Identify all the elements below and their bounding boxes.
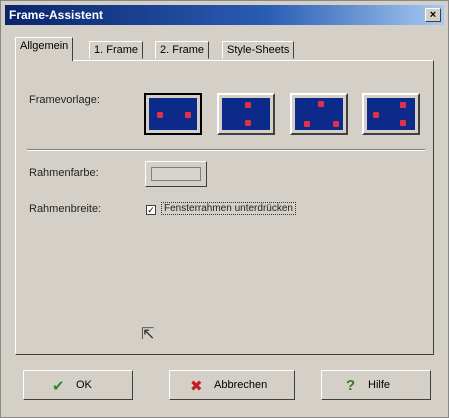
tab-allgemein[interactable]: Allgemein [15, 37, 74, 61]
frame-template-two-columns[interactable] [144, 93, 202, 135]
frame-assistant-dialog: Frame-Assistent × Allgemein 1. Frame 2. … [0, 0, 449, 418]
ok-button-label: OK [76, 379, 92, 391]
help-icon: ? [346, 377, 356, 394]
ok-button[interactable]: ✔ OK [23, 370, 133, 400]
close-icon[interactable]: × [425, 8, 441, 22]
tab-frame-2[interactable]: 2. Frame [155, 41, 210, 59]
cancel-button-label: Abbrechen [214, 379, 268, 391]
help-button-label: Hilfe [368, 379, 391, 391]
mouse-cursor-icon: ⇱ [141, 326, 155, 343]
frame-template-two-rows[interactable] [217, 93, 275, 135]
cross-icon: ✖ [190, 378, 203, 395]
help-button[interactable]: ? Hilfe [321, 370, 431, 400]
tab-frame-1[interactable]: 1. Frame [89, 41, 144, 59]
check-icon: ✔ [52, 378, 65, 395]
frame-width-label: Rahmenbreite: [29, 203, 102, 215]
title-bar[interactable]: Frame-Assistent × [5, 5, 444, 25]
suppress-frame-checkbox-label[interactable]: Fensterrahmen unterdrücken [161, 202, 296, 215]
frame-template-top-row-two-bottom[interactable] [290, 93, 348, 135]
suppress-frame-checkbox[interactable]: ✓ [146, 205, 156, 215]
frame-color-label: Rahmenfarbe: [29, 167, 99, 179]
window-title: Frame-Assistent [9, 8, 104, 22]
frame-template-left-column-two-right[interactable] [362, 93, 420, 135]
color-swatch [151, 167, 201, 181]
section-divider [27, 149, 425, 151]
tab-style-sheets[interactable]: Style-Sheets [222, 41, 295, 59]
frame-template-label: Framevorlage: [29, 94, 100, 106]
cancel-button[interactable]: ✖ Abbrechen [169, 370, 295, 400]
frame-color-button[interactable] [145, 161, 207, 187]
